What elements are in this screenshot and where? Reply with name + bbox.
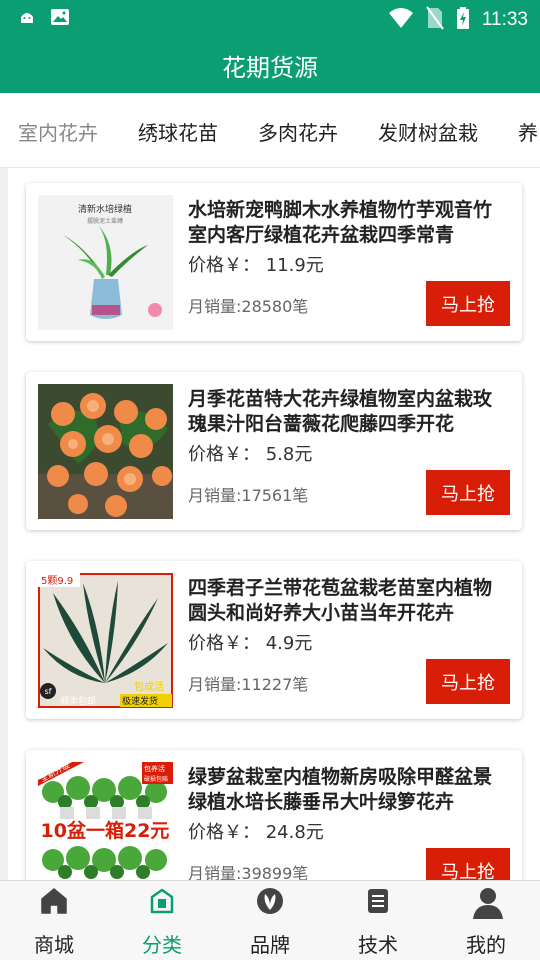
category-tabs: 室内花卉 绣球花苗 多肉花卉 发财树盆栽 养 xyxy=(0,93,540,168)
tab-hydrangea[interactable]: 绣球花苗 xyxy=(138,117,218,146)
buy-now-button[interactable]: 马上抢 xyxy=(426,848,510,880)
nav-mall-label: 商城 xyxy=(34,933,74,957)
app-title-bar: 花期货源 xyxy=(0,38,540,93)
buy-now-button[interactable]: 马上抢 xyxy=(426,281,510,326)
product-title: 四季君子兰带花苞盆栽老苗室内植物圆头和尚好养大小苗当年开花卉 xyxy=(188,577,493,624)
image-sf-text: 顺丰包邮 xyxy=(60,695,96,707)
nav-tech[interactable]: 技术 xyxy=(324,881,432,960)
buy-now-button[interactable]: 马上抢 xyxy=(426,470,510,515)
image-badge-damage: 破损包赔 xyxy=(144,775,168,783)
tab-more[interactable]: 养 xyxy=(518,117,538,146)
page-title: 花期货源 xyxy=(222,54,318,82)
nav-profile-label: 我的 xyxy=(466,933,506,957)
buy-now-button[interactable]: 马上抢 xyxy=(426,659,510,704)
document-icon xyxy=(363,886,393,916)
nav-tech-label: 技术 xyxy=(358,933,398,957)
wifi-icon xyxy=(388,7,414,33)
nav-mall[interactable]: 商城 xyxy=(0,881,108,960)
image-badge-guarantee: 包养活 xyxy=(144,764,165,773)
bottom-nav: 商城 分类 品牌 技术 我的 xyxy=(0,880,540,960)
image-promo-text: 10盆一箱22元 xyxy=(41,819,170,842)
product-title: 月季花苗特大花卉绿植物室内盆栽玫瑰果汁阳台蔷薇花爬藤四季开花 xyxy=(188,388,493,435)
monthly-sales: 月销量:28580笔 xyxy=(188,297,309,316)
product-card[interactable]: 5颗9.9 sf 顺丰包邮 包成活 极速发货 四季君子兰带花苞盆栽老苗室内植物圆… xyxy=(26,561,522,719)
no-sim-icon xyxy=(426,6,444,34)
nav-brand[interactable]: 品牌 xyxy=(216,881,324,960)
image-caption: 清新水培绿植 xyxy=(78,203,132,215)
product-card[interactable]: 全新升级 包养活 破损包赔 10盆一箱22元 绿萝盆栽室内植物新房吸除甲醛盆景绿… xyxy=(26,750,522,880)
android-icon xyxy=(18,8,36,30)
clock-time: 11:33 xyxy=(481,9,528,30)
product-price: 价格￥： 11.9元 xyxy=(188,255,324,276)
product-image: 清新水培绿植 摆脱泥土束缚 xyxy=(38,195,173,330)
tab-money-tree[interactable]: 发财树盆栽 xyxy=(378,117,478,146)
nav-category[interactable]: 分类 xyxy=(108,881,216,960)
product-card[interactable]: 月季花苗特大花卉绿植物室内盆栽玫瑰果汁阳台蔷薇花爬藤四季开花 价格￥： 5.8元… xyxy=(26,372,522,530)
product-title: 水培新宠鸭脚木水养植物竹芋观音竹室内客厅绿植花卉盆栽四季常青 xyxy=(188,199,493,246)
image-tag1: 包成活 xyxy=(134,680,164,693)
home-icon xyxy=(39,886,69,916)
product-image: 全新升级 包养活 破损包赔 10盆一箱22元 xyxy=(38,762,173,880)
battery-charging-icon xyxy=(456,6,470,34)
product-list: 清新水培绿植 摆脱泥土束缚 水培新宠鸭脚木水养植物竹芋观音竹室内客厅绿植花卉盆栽… xyxy=(0,168,540,880)
monthly-sales: 月销量:11227笔 xyxy=(188,675,309,694)
product-price: 价格￥： 24.8元 xyxy=(188,822,324,843)
brand-icon xyxy=(255,886,285,916)
image-badge: 5颗9.9 xyxy=(41,575,73,587)
status-bar: 11:33 xyxy=(0,0,540,38)
product-image xyxy=(38,384,173,519)
product-title: 绿萝盆栽室内植物新房吸除甲醛盆景绿植水培长藤垂吊大叶绿箩花卉 xyxy=(188,766,493,813)
monthly-sales: 月销量:17561笔 xyxy=(188,486,309,505)
product-price: 价格￥： 4.9元 xyxy=(188,633,313,654)
nav-category-label: 分类 xyxy=(142,933,182,957)
image-subcaption: 摆脱泥土束缚 xyxy=(87,217,123,225)
image-tag2: 极速发货 xyxy=(122,695,158,707)
category-icon xyxy=(147,886,177,916)
svg-text:sf: sf xyxy=(45,687,52,696)
monthly-sales: 月销量:39899笔 xyxy=(188,864,309,880)
tab-indoor-flowers[interactable]: 室内花卉 xyxy=(18,117,98,146)
product-card[interactable]: 清新水培绿植 摆脱泥土束缚 水培新宠鸭脚木水养植物竹芋观音竹室内客厅绿植花卉盆栽… xyxy=(26,183,522,341)
product-image: 5颗9.9 sf 顺丰包邮 包成活 极速发货 xyxy=(38,573,173,708)
nav-brand-label: 品牌 xyxy=(250,933,290,957)
side-strip xyxy=(0,168,8,880)
product-price: 价格￥： 5.8元 xyxy=(188,444,313,465)
profile-icon xyxy=(471,886,503,919)
image-notification-icon xyxy=(50,8,70,30)
tab-succulents[interactable]: 多肉花卉 xyxy=(258,117,338,146)
nav-profile[interactable]: 我的 xyxy=(432,881,540,960)
